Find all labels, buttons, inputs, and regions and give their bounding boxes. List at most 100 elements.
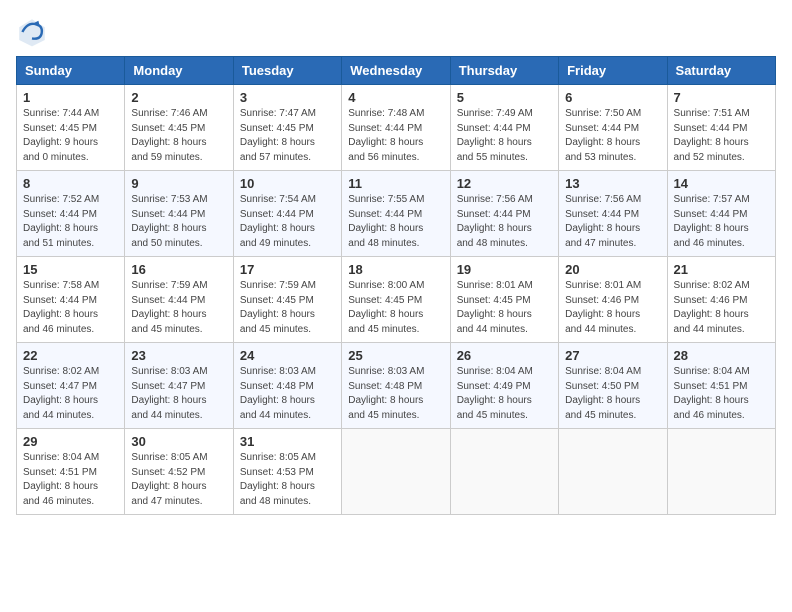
calendar-cell: 24 Sunrise: 8:03 AMSunset: 4:48 PMDayligh…: [233, 343, 341, 429]
day-number: 15: [23, 262, 118, 277]
day-number: 5: [457, 90, 552, 105]
day-number: 4: [348, 90, 443, 105]
calendar-cell: 19Sunrise: 8:01 AMSunset: 4:45 PMDayligh…: [450, 257, 558, 343]
day-number: 24: [240, 348, 335, 363]
day-number: 8: [23, 176, 118, 191]
day-number: 23: [131, 348, 226, 363]
day-number: 30: [131, 434, 226, 449]
day-detail: Sunrise: 7:57 AMSunset: 4:44 PMDaylight:…: [674, 193, 769, 251]
calendar-week-1: 1 Sunrise: 7:44 AMSunset: 4:45 PMDaylight…: [17, 85, 776, 171]
day-detail: Sunrise: 7:47 AMSunset: 4:45 PMDaylight:…: [240, 107, 335, 165]
weekday-monday: Monday: [125, 57, 233, 85]
day-detail: Sunrise: 8:04 AMSunset: 4:51 PMDaylight:…: [23, 451, 118, 509]
calendar-cell: 6Sunrise: 7:50 AMSunset: 4:44 PMDaylight…: [559, 85, 667, 171]
day-number: 14: [674, 176, 769, 191]
day-number: 31: [240, 434, 335, 449]
weekday-header-row: SundayMondayTuesdayWednesdayThursdayFrid…: [17, 57, 776, 85]
day-detail: Sunrise: 8:04 AMSunset: 4:51 PMDaylight:…: [674, 365, 769, 423]
calendar-cell: 7 Sunrise: 7:51 AMSunset: 4:44 PMDaylight…: [667, 85, 775, 171]
calendar-cell: 30 Sunrise: 8:05 AMSunset: 4:52 PMDayligh…: [125, 429, 233, 515]
day-number: 12: [457, 176, 552, 191]
day-detail: Sunrise: 7:59 AMSunset: 4:44 PMDaylight:…: [131, 279, 226, 337]
calendar-header: SundayMondayTuesdayWednesdayThursdayFrid…: [17, 57, 776, 85]
calendar-cell: 27Sunrise: 8:04 AMSunset: 4:50 PMDayligh…: [559, 343, 667, 429]
weekday-thursday: Thursday: [450, 57, 558, 85]
calendar-cell: [342, 429, 450, 515]
calendar-cell: 31 Sunrise: 8:05 AMSunset: 4:53 PMDayligh…: [233, 429, 341, 515]
calendar-week-3: 15 Sunrise: 7:58 AMSunset: 4:44 PMDayligh…: [17, 257, 776, 343]
calendar-cell: 14 Sunrise: 7:57 AMSunset: 4:44 PMDayligh…: [667, 171, 775, 257]
calendar-cell: [450, 429, 558, 515]
weekday-friday: Friday: [559, 57, 667, 85]
page-header: [16, 16, 776, 48]
day-detail: Sunrise: 8:02 AMSunset: 4:47 PMDaylight:…: [23, 365, 118, 423]
day-number: 26: [457, 348, 552, 363]
calendar-cell: 16 Sunrise: 7:59 AMSunset: 4:44 PMDayligh…: [125, 257, 233, 343]
day-detail: Sunrise: 7:56 AMSunset: 4:44 PMDaylight:…: [457, 193, 552, 251]
day-number: 7: [674, 90, 769, 105]
day-detail: Sunrise: 8:03 AMSunset: 4:47 PMDaylight:…: [131, 365, 226, 423]
day-detail: Sunrise: 8:04 AMSunset: 4:49 PMDaylight:…: [457, 365, 552, 423]
calendar-cell: 11 Sunrise: 7:55 AMSunset: 4:44 PMDayligh…: [342, 171, 450, 257]
logo-icon: [16, 16, 48, 48]
calendar-cell: 22 Sunrise: 8:02 AMSunset: 4:47 PMDayligh…: [17, 343, 125, 429]
day-number: 29: [23, 434, 118, 449]
calendar-week-2: 8Sunrise: 7:52 AMSunset: 4:44 PMDaylight…: [17, 171, 776, 257]
day-detail: Sunrise: 7:44 AMSunset: 4:45 PMDaylight:…: [23, 107, 118, 165]
day-number: 13: [565, 176, 660, 191]
day-detail: Sunrise: 8:00 AMSunset: 4:45 PMDaylight:…: [348, 279, 443, 337]
weekday-saturday: Saturday: [667, 57, 775, 85]
day-number: 18: [348, 262, 443, 277]
calendar-cell: 18 Sunrise: 8:00 AMSunset: 4:45 PMDayligh…: [342, 257, 450, 343]
day-detail: Sunrise: 7:49 AMSunset: 4:44 PMDaylight:…: [457, 107, 552, 165]
calendar-cell: 29 Sunrise: 8:04 AMSunset: 4:51 PMDayligh…: [17, 429, 125, 515]
day-number: 28: [674, 348, 769, 363]
calendar-cell: 4Sunrise: 7:48 AMSunset: 4:44 PMDaylight…: [342, 85, 450, 171]
day-number: 21: [674, 262, 769, 277]
day-detail: Sunrise: 8:01 AMSunset: 4:46 PMDaylight:…: [565, 279, 660, 337]
day-detail: Sunrise: 7:56 AMSunset: 4:44 PMDaylight:…: [565, 193, 660, 251]
calendar-cell: 26 Sunrise: 8:04 AMSunset: 4:49 PMDayligh…: [450, 343, 558, 429]
day-number: 1: [23, 90, 118, 105]
day-detail: Sunrise: 7:59 AMSunset: 4:45 PMDaylight:…: [240, 279, 335, 337]
calendar-cell: 10 Sunrise: 7:54 AMSunset: 4:44 PMDayligh…: [233, 171, 341, 257]
day-detail: Sunrise: 8:02 AMSunset: 4:46 PMDaylight:…: [674, 279, 769, 337]
day-detail: Sunrise: 7:50 AMSunset: 4:44 PMDaylight:…: [565, 107, 660, 165]
calendar-cell: 8Sunrise: 7:52 AMSunset: 4:44 PMDaylight…: [17, 171, 125, 257]
day-detail: Sunrise: 7:58 AMSunset: 4:44 PMDaylight:…: [23, 279, 118, 337]
day-number: 20: [565, 262, 660, 277]
day-detail: Sunrise: 8:01 AMSunset: 4:45 PMDaylight:…: [457, 279, 552, 337]
calendar-table: SundayMondayTuesdayWednesdayThursdayFrid…: [16, 56, 776, 515]
logo: [16, 16, 52, 48]
weekday-wednesday: Wednesday: [342, 57, 450, 85]
day-number: 17: [240, 262, 335, 277]
day-detail: Sunrise: 8:05 AMSunset: 4:53 PMDaylight:…: [240, 451, 335, 509]
day-detail: Sunrise: 7:55 AMSunset: 4:44 PMDaylight:…: [348, 193, 443, 251]
day-number: 11: [348, 176, 443, 191]
calendar-cell: 20 Sunrise: 8:01 AMSunset: 4:46 PMDayligh…: [559, 257, 667, 343]
calendar-cell: 12 Sunrise: 7:56 AMSunset: 4:44 PMDayligh…: [450, 171, 558, 257]
calendar-cell: [667, 429, 775, 515]
calendar-body: 1 Sunrise: 7:44 AMSunset: 4:45 PMDaylight…: [17, 85, 776, 515]
day-detail: Sunrise: 8:05 AMSunset: 4:52 PMDaylight:…: [131, 451, 226, 509]
calendar-week-4: 22 Sunrise: 8:02 AMSunset: 4:47 PMDayligh…: [17, 343, 776, 429]
day-detail: Sunrise: 8:03 AMSunset: 4:48 PMDaylight:…: [348, 365, 443, 423]
day-number: 25: [348, 348, 443, 363]
day-detail: Sunrise: 7:54 AMSunset: 4:44 PMDaylight:…: [240, 193, 335, 251]
calendar-cell: 25 Sunrise: 8:03 AMSunset: 4:48 PMDayligh…: [342, 343, 450, 429]
day-number: 2: [131, 90, 226, 105]
day-detail: Sunrise: 7:51 AMSunset: 4:44 PMDaylight:…: [674, 107, 769, 165]
calendar-cell: 21 Sunrise: 8:02 AMSunset: 4:46 PMDayligh…: [667, 257, 775, 343]
day-detail: Sunrise: 7:46 AMSunset: 4:45 PMDaylight:…: [131, 107, 226, 165]
calendar-week-5: 29 Sunrise: 8:04 AMSunset: 4:51 PMDayligh…: [17, 429, 776, 515]
day-detail: Sunrise: 8:04 AMSunset: 4:50 PMDaylight:…: [565, 365, 660, 423]
calendar-cell: 9Sunrise: 7:53 AMSunset: 4:44 PMDaylight…: [125, 171, 233, 257]
calendar-cell: 15 Sunrise: 7:58 AMSunset: 4:44 PMDayligh…: [17, 257, 125, 343]
day-number: 22: [23, 348, 118, 363]
calendar-cell: 5 Sunrise: 7:49 AMSunset: 4:44 PMDaylight…: [450, 85, 558, 171]
calendar-cell: 23 Sunrise: 8:03 AMSunset: 4:47 PMDayligh…: [125, 343, 233, 429]
day-number: 16: [131, 262, 226, 277]
day-detail: Sunrise: 8:03 AMSunset: 4:48 PMDaylight:…: [240, 365, 335, 423]
calendar-cell: 17 Sunrise: 7:59 AMSunset: 4:45 PMDayligh…: [233, 257, 341, 343]
day-number: 10: [240, 176, 335, 191]
